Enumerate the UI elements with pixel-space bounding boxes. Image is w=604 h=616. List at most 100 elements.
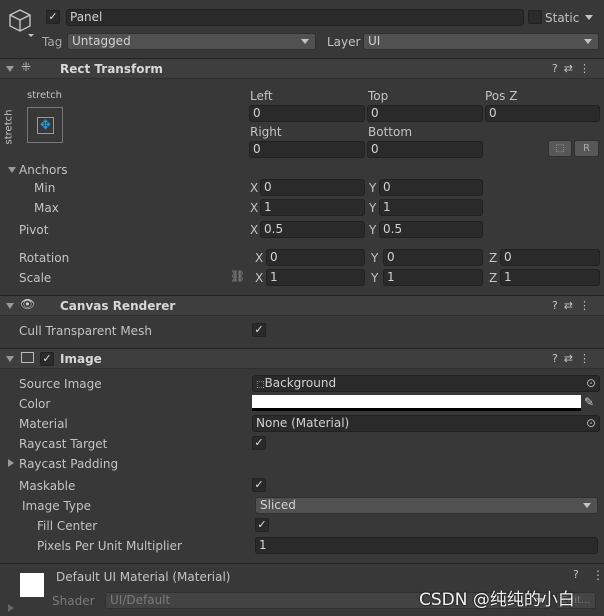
- fill-center-checkbox[interactable]: ✓: [255, 518, 269, 532]
- bottom-label: Bottom: [368, 125, 413, 139]
- foldout-icon[interactable]: [6, 66, 14, 72]
- z-label: Z: [489, 271, 498, 285]
- scale-label: Scale: [19, 271, 52, 285]
- material-field[interactable]: None (Material) ⊙: [252, 415, 600, 432]
- raw-edit-button[interactable]: R: [574, 140, 599, 157]
- x-label: X: [250, 223, 259, 237]
- rotation-z-field[interactable]: 0: [500, 249, 600, 266]
- scale-z-field[interactable]: 1: [500, 269, 600, 286]
- component-menu-icons[interactable]: ?⇄⋮: [552, 62, 596, 75]
- raycast-target-checkbox[interactable]: ✓: [252, 436, 266, 450]
- image-enabled-checkbox[interactable]: ✓: [40, 352, 54, 366]
- static-checkbox[interactable]: [528, 10, 542, 24]
- anchors-foldout-icon[interactable]: [8, 167, 16, 173]
- rect-transform-header[interactable]: ⁜ Rect Transform ?⇄⋮: [0, 58, 604, 79]
- image-header[interactable]: ✓ Image ?⇄⋮: [0, 348, 604, 369]
- x-label: X: [255, 271, 264, 285]
- raycast-padding-label[interactable]: Raycast Padding: [19, 457, 118, 471]
- image-type-label: Image Type: [22, 499, 91, 513]
- tag-dropdown[interactable]: Untagged: [67, 33, 316, 50]
- left-field[interactable]: 0: [249, 105, 365, 122]
- y-label: Y: [369, 223, 377, 237]
- csdn-watermark: CSDN @纯纯的小白: [419, 590, 575, 610]
- active-checkbox[interactable]: ✓: [46, 10, 60, 24]
- object-picker-icon[interactable]: ⊙: [586, 416, 596, 431]
- scale-x-field[interactable]: 1: [266, 269, 365, 286]
- component-menu-icons[interactable]: ?⇄⋮: [552, 352, 596, 365]
- y-label: Y: [369, 181, 377, 195]
- shader-label: Shader: [52, 594, 95, 608]
- canvas-renderer-header[interactable]: 👁 Canvas Renderer ?⇄⋮: [0, 295, 604, 316]
- material-foldout-icon[interactable]: [8, 604, 14, 612]
- min-label: Min: [34, 181, 56, 195]
- y-label: Y: [371, 271, 379, 285]
- top-label: Top: [368, 89, 389, 103]
- pivot-y-field[interactable]: 0.5: [379, 221, 483, 238]
- anchor-min-y-field[interactable]: 0: [379, 179, 483, 196]
- anchor-preset-h-label: stretch: [27, 90, 62, 101]
- pivot-x-field[interactable]: 0.5: [260, 221, 365, 238]
- material-label: Material: [19, 417, 68, 431]
- source-image-label: Source Image: [19, 377, 102, 391]
- color-label: Color: [19, 397, 51, 411]
- pixels-per-unit-multiplier-label: Pixels Per Unit Multiplier: [37, 539, 182, 553]
- scale-y-field[interactable]: 1: [383, 269, 483, 286]
- maskable-checkbox[interactable]: ✓: [252, 478, 266, 492]
- anchor-max-x-field[interactable]: 1: [260, 199, 365, 216]
- bottom-field[interactable]: 0: [367, 141, 483, 158]
- kebab-menu-icon[interactable]: ⋮: [592, 568, 604, 582]
- eye-icon: 👁: [20, 297, 36, 311]
- x-label: X: [250, 201, 259, 215]
- rotation-x-field[interactable]: 0: [266, 249, 365, 266]
- source-image-field[interactable]: ⬚Background ⊙: [252, 375, 600, 392]
- raycast-padding-foldout-icon[interactable]: [8, 459, 14, 467]
- foldout-icon[interactable]: [6, 356, 14, 362]
- name-field[interactable]: Panel: [66, 9, 524, 26]
- cull-transparent-mesh-label: Cull Transparent Mesh: [19, 324, 152, 338]
- y-label: Y: [371, 251, 379, 265]
- right-field[interactable]: 0: [249, 141, 365, 158]
- cull-transparent-mesh-checkbox[interactable]: ✓: [252, 323, 266, 337]
- pivot-label: Pivot: [19, 223, 49, 237]
- static-dropdown-arrow-icon[interactable]: [585, 15, 593, 20]
- fill-center-label: Fill Center: [37, 519, 98, 533]
- component-menu-icons[interactable]: ?⇄⋮: [552, 299, 596, 312]
- right-label: Right: [250, 125, 282, 139]
- rect-transform-title: Rect Transform: [60, 62, 163, 76]
- static-label: Static: [545, 11, 580, 25]
- gameobject-cube-icon[interactable]: [8, 8, 36, 38]
- constrain-proportions-link-icon[interactable]: ⛓: [230, 269, 245, 283]
- posz-label: Pos Z: [485, 89, 518, 103]
- object-picker-icon[interactable]: ⊙: [586, 376, 596, 391]
- tag-label: Tag: [42, 35, 63, 49]
- sprite-icon: ⬚: [256, 380, 265, 390]
- anchors-label: Anchors: [19, 163, 68, 177]
- layer-label: Layer: [327, 35, 361, 49]
- material-value: None (Material): [256, 416, 350, 430]
- top-field[interactable]: 0: [367, 105, 483, 122]
- help-icon[interactable]: ?: [573, 568, 579, 581]
- rotation-label: Rotation: [19, 251, 70, 265]
- color-swatch[interactable]: [252, 395, 581, 411]
- rotation-y-field[interactable]: 0: [383, 249, 483, 266]
- x-label: X: [250, 181, 259, 195]
- blueprint-mode-button[interactable]: ⬚: [548, 140, 572, 157]
- anchor-min-x-field[interactable]: 0: [260, 179, 365, 196]
- image-title: Image: [60, 352, 102, 366]
- image-component-icon: [21, 352, 34, 363]
- pixels-per-unit-multiplier-field[interactable]: 1: [255, 537, 598, 554]
- foldout-icon[interactable]: [6, 303, 14, 309]
- anchor-max-y-field[interactable]: 1: [379, 199, 483, 216]
- raycast-target-label: Raycast Target: [19, 437, 108, 451]
- material-title[interactable]: Default UI Material (Material): [56, 570, 230, 584]
- eyedropper-icon[interactable]: ✎: [584, 395, 594, 409]
- rect-transform-icon: ⁜: [21, 60, 32, 74]
- z-label: Z: [489, 251, 498, 265]
- stretch-arrows-icon: ✥: [37, 117, 54, 134]
- layer-dropdown[interactable]: UI: [363, 33, 599, 50]
- anchor-preset-v-label: stretch: [3, 109, 15, 145]
- posz-field[interactable]: 0: [485, 105, 600, 122]
- source-image-value: Background: [264, 376, 337, 390]
- image-type-dropdown[interactable]: Sliced: [255, 497, 598, 514]
- anchor-preset-button[interactable]: ✥: [27, 107, 63, 143]
